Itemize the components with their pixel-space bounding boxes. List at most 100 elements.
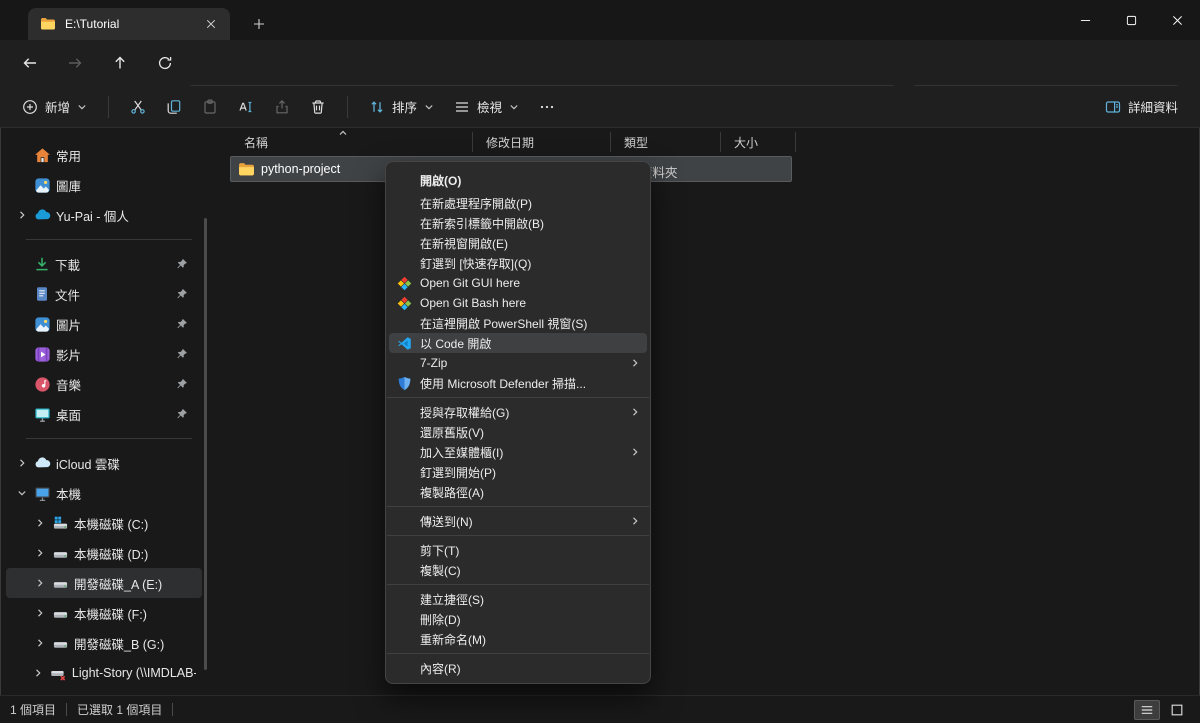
sidebar-item-label: iCloud 雲碟 <box>56 454 120 473</box>
context-menu-item[interactable]: 7-Zip <box>386 353 650 373</box>
column-header-size[interactable]: 大小 <box>734 134 758 151</box>
desktop-icon <box>34 406 51 423</box>
item-count: 1 個項目 <box>10 701 56 718</box>
close-window-button[interactable] <box>1154 0 1200 40</box>
context-menu-item[interactable]: 刪除(D) <box>386 609 650 629</box>
context-menu-item[interactable]: 內容(R) <box>386 658 650 678</box>
column-header-date[interactable]: 修改日期 <box>486 134 534 151</box>
context-menu-item[interactable]: 重新命名(M) <box>386 629 650 649</box>
chevron-right-icon[interactable] <box>32 548 47 558</box>
context-menu-item[interactable]: 釘選到 [快速存取](Q) <box>386 253 650 273</box>
context-menu-item[interactable]: 複製路徑(A) <box>386 482 650 502</box>
column-headers: 名稱 修改日期 類型 大小 <box>228 130 1190 154</box>
sidebar-item[interactable]: 圖庫 <box>6 170 202 200</box>
context-menu-item[interactable]: 開啟(O) <box>386 167 650 193</box>
sidebar-item[interactable]: 影片 <box>6 339 202 369</box>
chevron-right-icon[interactable] <box>14 458 29 468</box>
details-pane-button[interactable]: 詳細資料 <box>1097 91 1186 123</box>
sidebar-item-label: 音樂 <box>56 375 81 394</box>
copy-button[interactable] <box>158 91 190 123</box>
context-menu-item[interactable]: 釘選到開始(P) <box>386 462 650 482</box>
new-label: 新增 <box>45 97 70 116</box>
context-menu-item[interactable]: 使用 Microsoft Defender 掃描... <box>386 373 650 393</box>
context-menu-item[interactable]: 在新處理程序開啟(P) <box>386 193 650 213</box>
view-label: 檢視 <box>477 97 502 116</box>
sidebar-item[interactable]: 常用 <box>6 140 202 170</box>
context-menu-item[interactable]: 還原舊版(V) <box>386 422 650 442</box>
back-button[interactable] <box>14 47 46 79</box>
sidebar-item[interactable]: 下載 <box>6 249 202 279</box>
sidebar-item[interactable]: 圖片 <box>6 309 202 339</box>
large-icons-view-button[interactable] <box>1164 700 1190 720</box>
up-button[interactable] <box>104 47 136 79</box>
sidebar-item-label: 桌面 <box>56 405 81 424</box>
tab-close-button[interactable] <box>198 11 224 37</box>
chevron-right-icon[interactable] <box>32 638 47 648</box>
menu-icon-spacer <box>396 611 412 627</box>
sidebar-item[interactable]: Light-Story (\\IMDLAB-Del <box>6 658 202 688</box>
context-menu-item[interactable]: Open Git Bash here <box>386 293 650 313</box>
forward-icon <box>67 55 83 71</box>
paste-button[interactable] <box>194 91 226 123</box>
navigation-bar: 本機開發磁碟_A (E:)Tutorial <box>0 40 1200 86</box>
column-separator[interactable] <box>720 132 721 152</box>
icloud-icon <box>34 455 51 472</box>
rename-button[interactable] <box>230 91 262 123</box>
context-menu-item[interactable]: 傳送到(N) <box>386 511 650 531</box>
more-button[interactable] <box>531 91 563 123</box>
sidebar-item[interactable]: 桌面 <box>6 399 202 429</box>
chevron-right-icon[interactable] <box>32 668 45 678</box>
column-separator[interactable] <box>610 132 611 152</box>
delete-button[interactable] <box>302 91 334 123</box>
new-tab-button[interactable] <box>246 11 272 37</box>
column-separator[interactable] <box>795 132 796 152</box>
view-button[interactable]: 檢視 <box>446 91 527 123</box>
context-menu-item[interactable]: 剪下(T) <box>386 540 650 560</box>
refresh-button[interactable] <box>149 47 181 79</box>
chevron-right-icon[interactable] <box>14 210 29 220</box>
context-menu-item[interactable]: 建立捷徑(S) <box>386 589 650 609</box>
explorer-tab[interactable]: E:\Tutorial <box>28 8 230 40</box>
chevron-right-icon[interactable] <box>32 518 47 528</box>
menu-separator <box>387 653 649 654</box>
sidebar-item[interactable]: 開發磁碟_A (E:) <box>6 568 202 598</box>
context-menu-item[interactable]: 在這裡開啟 PowerShell 視窗(S) <box>386 313 650 333</box>
new-button[interactable]: 新增 <box>14 91 95 123</box>
sidebar-item[interactable]: Yu-Pai - 個人 <box>6 200 202 230</box>
file-explorer-window: E:\Tutorial 本機開發磁碟_A (E:)Tutorial 新增 排序 檢視… <box>0 0 1200 723</box>
column-separator[interactable] <box>472 132 473 152</box>
chevron-right-icon[interactable] <box>32 578 47 588</box>
column-header-type[interactable]: 類型 <box>624 134 648 151</box>
drive-icon <box>52 635 69 652</box>
cut-button[interactable] <box>122 91 154 123</box>
context-menu-item[interactable]: 在新視窗開啟(E) <box>386 233 650 253</box>
sidebar-item[interactable]: 開發磁碟_B (G:) <box>6 628 202 658</box>
context-menu-item[interactable]: 授與存取權給(G) <box>386 402 650 422</box>
menu-icon-spacer <box>396 591 412 607</box>
pictures-icon <box>34 316 51 333</box>
sidebar-scrollbar[interactable] <box>204 218 207 670</box>
minimize-button[interactable] <box>1062 0 1108 40</box>
chevron-right-icon[interactable] <box>32 608 47 618</box>
sidebar-item[interactable]: 文件 <box>6 279 202 309</box>
chevron-down-icon[interactable] <box>14 488 29 498</box>
sidebar-item[interactable]: iCloud 雲碟 <box>6 448 202 478</box>
context-menu-item[interactable]: 加入至媒體櫃(I) <box>386 442 650 462</box>
maximize-button[interactable] <box>1108 0 1154 40</box>
sidebar-item-label: Light-Story (\\IMDLAB-Del <box>72 666 196 680</box>
context-menu-item[interactable]: 複製(C) <box>386 560 650 580</box>
context-menu-item[interactable]: Open Git GUI here <box>386 273 650 293</box>
column-header-name[interactable]: 名稱 <box>244 134 268 151</box>
sidebar-item[interactable]: 音樂 <box>6 369 202 399</box>
sort-button[interactable]: 排序 <box>361 91 442 123</box>
sidebar-item[interactable]: 本機磁碟 (C:) <box>6 508 202 538</box>
menu-item-label: 在新索引標籤中開啟(B) <box>420 215 544 232</box>
sidebar-item[interactable]: 本機磁碟 (D:) <box>6 538 202 568</box>
context-menu-item[interactable]: 在新索引標籤中開啟(B) <box>386 213 650 233</box>
details-view-button[interactable] <box>1134 700 1160 720</box>
sidebar-item[interactable]: 本機磁碟 (F:) <box>6 598 202 628</box>
forward-button[interactable] <box>59 47 91 79</box>
sidebar-item[interactable]: 本機 <box>6 478 202 508</box>
context-menu-item[interactable]: 以 Code 開啟 <box>389 333 647 353</box>
share-button[interactable] <box>266 91 298 123</box>
